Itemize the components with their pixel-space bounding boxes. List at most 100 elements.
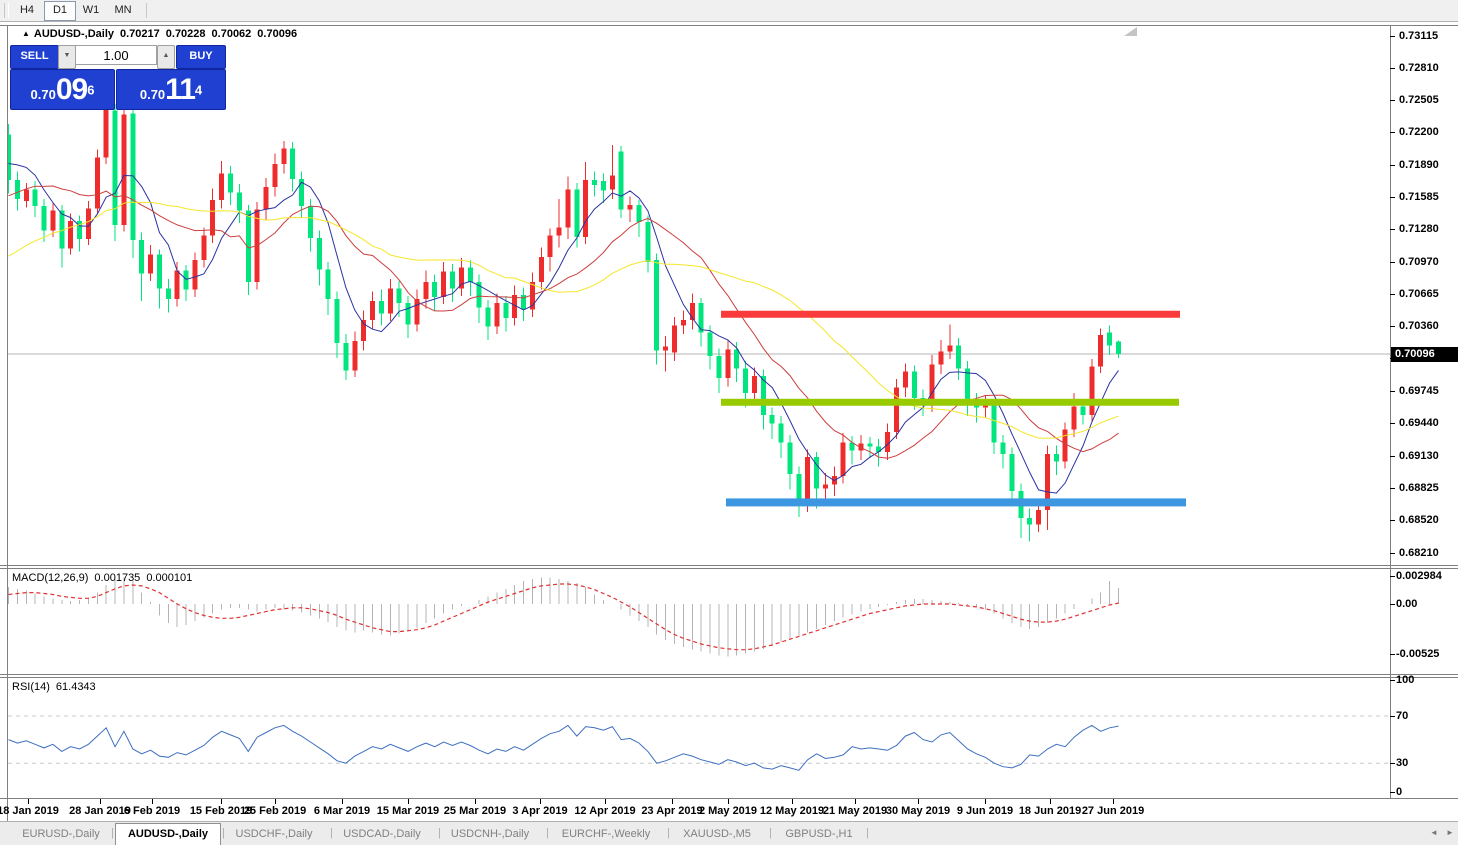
tab-usdcnh-daily[interactable]: USDCNH-,Daily [444,824,536,844]
candle[interactable] [1044,445,1050,530]
candle[interactable] [387,278,393,322]
candle[interactable] [1000,434,1006,469]
candle[interactable] [556,198,562,248]
candle[interactable] [343,333,349,381]
tab-usdcad-daily[interactable]: USDCAD-,Daily [336,824,428,844]
candle[interactable] [378,289,384,326]
candle[interactable] [796,466,802,518]
candle[interactable] [130,108,136,258]
candle[interactable] [8,124,11,194]
candle[interactable] [618,146,624,218]
timeframe-button-w1[interactable]: W1 [76,1,106,19]
candle[interactable] [228,166,233,206]
rsi-indicator-chart[interactable] [8,678,1390,798]
candle[interactable] [219,160,225,209]
candle[interactable] [121,107,127,232]
candle[interactable] [885,423,891,461]
candle[interactable] [867,437,873,459]
candle[interactable] [902,363,908,397]
candle[interactable] [1116,340,1121,358]
candle[interactable] [263,177,269,220]
candle[interactable] [538,247,544,290]
buy-button[interactable]: BUY [176,45,226,69]
candle[interactable] [41,198,47,243]
tab-eurusd-daily[interactable]: EURUSD-,Daily [10,824,112,844]
candle[interactable] [94,149,100,214]
candle[interactable] [14,171,20,211]
buy-quote-button[interactable]: 0.70114 [116,69,226,110]
candle[interactable] [645,215,651,273]
candle[interactable] [112,103,118,242]
lot-size-input[interactable] [75,45,157,65]
toolbar-grip[interactable] [4,3,9,18]
candle[interactable] [139,232,145,302]
candle[interactable] [201,227,207,268]
candle[interactable] [1062,422,1068,469]
candle[interactable] [50,203,56,237]
candle[interactable] [627,196,633,223]
candle[interactable] [849,435,855,465]
candle[interactable] [334,291,340,358]
candle[interactable] [973,392,979,423]
candle[interactable] [352,331,358,377]
candle[interactable] [272,153,278,197]
support-band[interactable] [726,498,1186,507]
candle[interactable] [1089,359,1095,422]
candle[interactable] [547,228,553,272]
candle[interactable] [281,140,287,174]
candle[interactable] [1009,447,1015,507]
candle[interactable] [236,184,242,224]
candle[interactable] [156,249,162,309]
candle[interactable] [485,300,491,341]
candle[interactable] [831,466,837,497]
candle[interactable] [938,340,944,374]
candle[interactable] [192,252,198,297]
tab-gbpusd-h1[interactable]: GBPUSD-,H1 [776,824,862,844]
candle[interactable] [822,472,828,503]
candle[interactable] [698,297,704,347]
candle[interactable] [210,188,216,244]
tab-usdchf-daily[interactable]: USDCHF-,Daily [228,824,320,844]
candle[interactable] [245,205,251,295]
candle[interactable] [494,293,500,334]
mid-band[interactable] [721,398,1179,406]
candle[interactable] [183,265,189,302]
tab-scroll-left-icon[interactable]: ◄ [1430,828,1438,837]
candle[interactable] [716,348,722,393]
candle[interactable] [103,100,109,165]
candle[interactable] [1027,508,1033,542]
candle[interactable] [1098,328,1104,373]
candle[interactable] [441,262,447,305]
candle[interactable] [1018,483,1024,539]
resistance-band[interactable] [721,310,1180,318]
timeframe-button-mn[interactable]: MN [108,1,138,19]
candle[interactable] [458,257,464,296]
candle[interactable] [689,293,695,330]
candle[interactable] [565,176,571,239]
candle[interactable] [476,274,482,324]
sell-button[interactable]: SELL [10,45,59,69]
candle[interactable] [521,287,527,322]
candle[interactable] [325,262,331,315]
candle[interactable] [680,310,686,334]
candle[interactable] [174,262,180,307]
candle[interactable] [965,361,971,416]
tab-eurchf-weekly[interactable]: EURCHF-,Weekly [552,824,660,844]
candle[interactable] [23,183,29,208]
candle[interactable] [405,295,411,338]
tab-audusd-daily[interactable]: AUDUSD-,Daily [115,823,221,845]
candle[interactable] [1053,445,1059,475]
lot-decrease-button[interactable]: ▼ [58,45,76,69]
candle[interactable] [414,289,420,332]
candle[interactable] [609,145,615,199]
chart-shift-icon[interactable] [1124,27,1137,36]
candle[interactable] [592,171,598,197]
candle[interactable] [148,245,154,282]
candle[interactable] [432,274,438,311]
candle[interactable] [991,399,997,454]
candle[interactable] [600,173,606,204]
candle[interactable] [1107,325,1113,355]
timeframe-button-d1[interactable]: D1 [44,1,76,21]
candle[interactable] [956,337,962,381]
candle[interactable] [778,415,784,459]
